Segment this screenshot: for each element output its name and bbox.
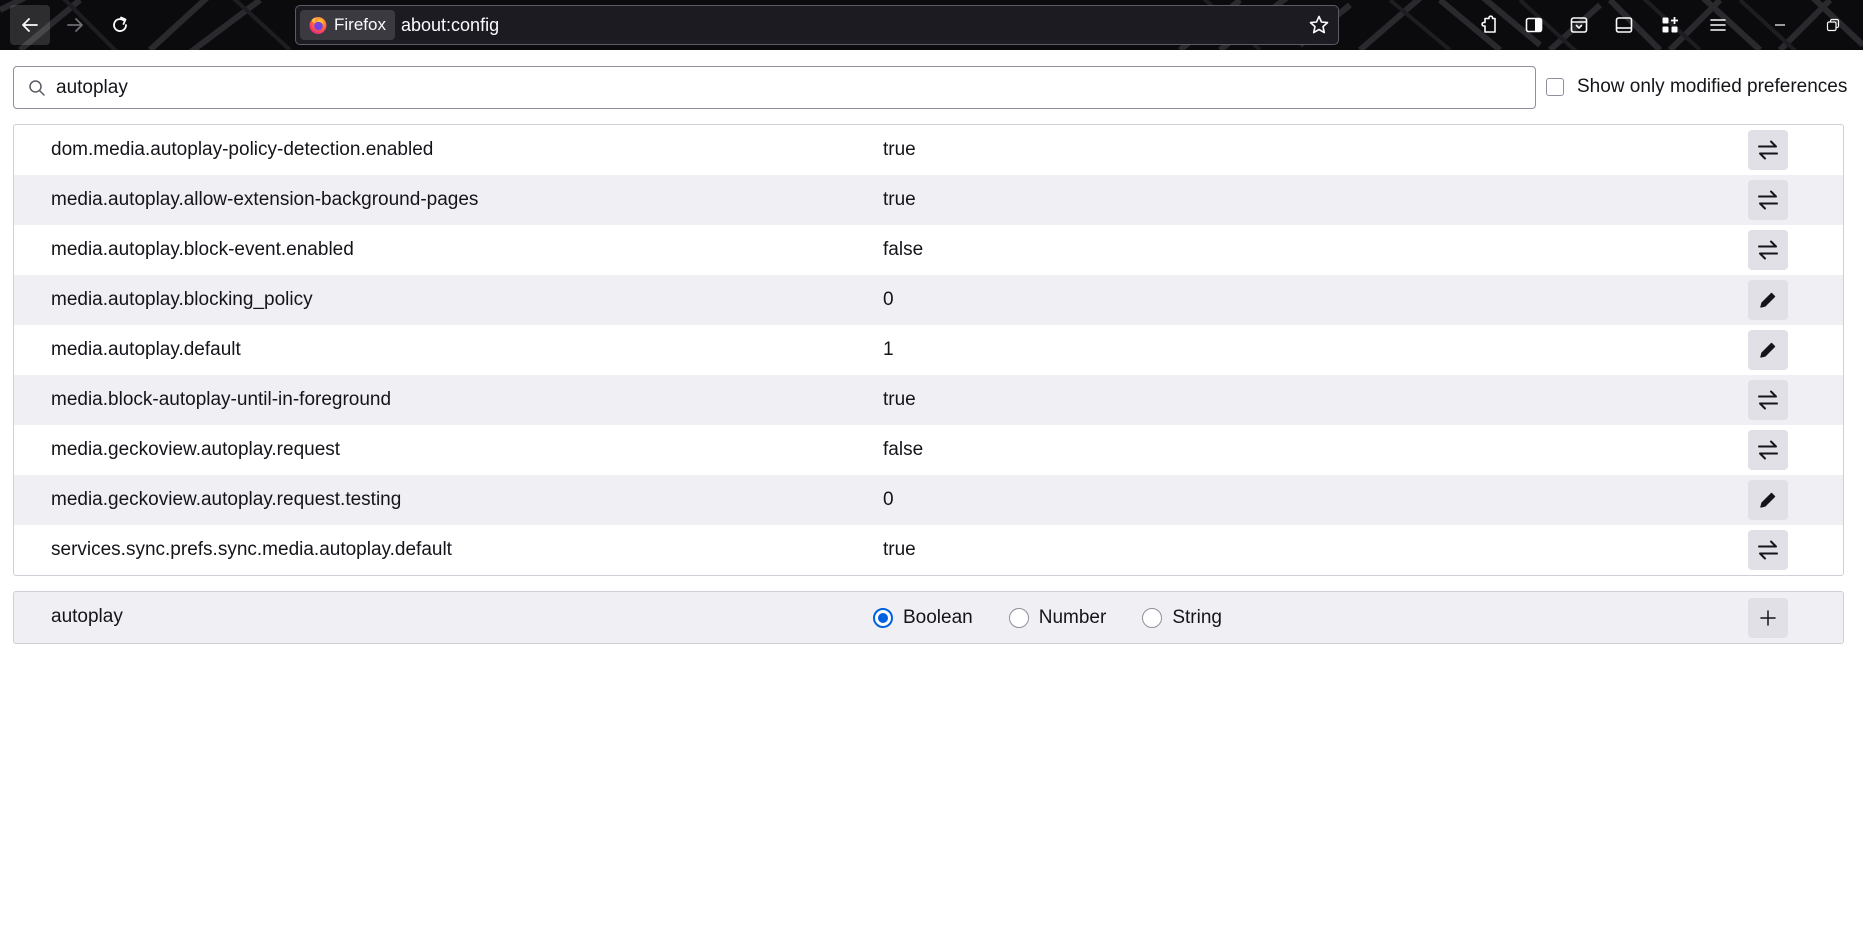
- type-boolean-option[interactable]: Boolean: [873, 607, 973, 629]
- pref-name: media.geckoview.autoplay.request.testing: [51, 489, 402, 510]
- hamburger-menu-icon: [1710, 19, 1726, 31]
- pref-type-radio-group: Boolean Number String: [873, 592, 1258, 643]
- pencil-icon: [1760, 292, 1776, 308]
- edit-button[interactable]: [1748, 480, 1788, 520]
- pref-name: media.block-autoplay-until-in-foreground: [51, 389, 392, 410]
- number-label: Number: [1038, 606, 1107, 628]
- save-to-pocket-icon: [1570, 17, 1588, 33]
- pref-value[interactable]: 0: [883, 275, 894, 325]
- toggle-arrows-icon: [1758, 540, 1778, 560]
- reload-button[interactable]: [100, 5, 140, 45]
- pencil-icon: [1760, 342, 1776, 358]
- add-pref-button[interactable]: [1748, 598, 1788, 638]
- show-modified-checkbox[interactable]: [1546, 78, 1564, 96]
- url-bar[interactable]: Firefox about:config: [295, 5, 1339, 45]
- app-menu-button[interactable]: [1700, 5, 1736, 45]
- edit-button[interactable]: [1748, 280, 1788, 320]
- minimize-icon: [1775, 24, 1785, 26]
- window-minimize-button[interactable]: [1762, 5, 1798, 45]
- add-preference-row: autoplay Boolean Number String: [13, 591, 1844, 644]
- identity-label: Firefox: [334, 15, 386, 34]
- toggle-button[interactable]: [1748, 530, 1788, 570]
- pref-value[interactable]: false: [883, 225, 923, 275]
- restore-icon: [1826, 18, 1840, 32]
- string-radio[interactable]: [1142, 607, 1163, 628]
- search-box[interactable]: [13, 66, 1536, 109]
- pref-value[interactable]: 1: [883, 325, 894, 375]
- pref-row: media.geckoview.autoplay.request false: [14, 425, 1843, 475]
- pref-value[interactable]: true: [883, 125, 916, 175]
- edit-button[interactable]: [1748, 330, 1788, 370]
- number-radio[interactable]: [1008, 607, 1029, 628]
- back-button[interactable]: [10, 5, 50, 45]
- toggle-button[interactable]: [1748, 180, 1788, 220]
- toggle-button[interactable]: [1748, 230, 1788, 270]
- identity-box[interactable]: Firefox: [300, 10, 395, 40]
- pref-value[interactable]: 0: [883, 475, 894, 525]
- sidebar-button[interactable]: [1516, 5, 1552, 45]
- search-icon: [29, 80, 45, 96]
- save-to-pocket-button[interactable]: [1561, 5, 1597, 45]
- apps-icon: [1662, 17, 1678, 33]
- pref-row: media.autoplay.default 1: [14, 325, 1843, 375]
- pref-value[interactable]: false: [883, 425, 923, 475]
- pref-name: media.autoplay.blocking_policy: [51, 289, 313, 310]
- extensions-button[interactable]: [1472, 5, 1508, 45]
- pref-value[interactable]: true: [883, 175, 916, 225]
- show-modified-toggle[interactable]: Show only modified preferences: [1546, 74, 1847, 100]
- toggle-arrows-icon: [1758, 240, 1778, 260]
- url-text[interactable]: about:config: [401, 6, 499, 44]
- toggle-arrows-icon: [1758, 190, 1778, 210]
- firefox-logo-icon: [309, 17, 327, 34]
- forward-button[interactable]: [55, 5, 95, 45]
- apps-button[interactable]: [1652, 5, 1688, 45]
- sidebar-icon: [1525, 17, 1543, 33]
- boolean-radio[interactable]: [873, 607, 893, 628]
- pref-row: media.geckoview.autoplay.request.testing…: [14, 475, 1843, 525]
- tab-tray-button[interactable]: [1606, 5, 1642, 45]
- pref-value[interactable]: true: [883, 375, 916, 425]
- new-pref-name: autoplay: [51, 606, 123, 627]
- toggle-button[interactable]: [1748, 430, 1788, 470]
- pref-row: media.autoplay.blocking_policy 0: [14, 275, 1843, 325]
- toggle-button[interactable]: [1748, 380, 1788, 420]
- preferences-table: dom.media.autoplay-policy-detection.enab…: [13, 124, 1844, 576]
- pref-name: dom.media.autoplay-policy-detection.enab…: [51, 139, 434, 160]
- window-restore-button[interactable]: [1815, 5, 1851, 45]
- type-number-option[interactable]: Number: [1008, 606, 1107, 629]
- search-input[interactable]: [54, 67, 1516, 108]
- back-arrow-icon: [22, 18, 38, 32]
- pref-row: media.autoplay.allow-extension-backgroun…: [14, 175, 1843, 225]
- toggle-button[interactable]: [1748, 130, 1788, 170]
- plus-icon: [1760, 610, 1776, 626]
- pref-row: services.sync.prefs.sync.media.autoplay.…: [14, 525, 1843, 575]
- reload-icon: [113, 16, 127, 32]
- pref-name: services.sync.prefs.sync.media.autoplay.…: [51, 539, 452, 560]
- star-icon[interactable]: [1308, 14, 1330, 36]
- toggle-arrows-icon: [1758, 440, 1778, 460]
- string-label: String: [1172, 606, 1222, 628]
- tab-tray-icon: [1615, 17, 1633, 33]
- type-string-option[interactable]: String: [1142, 607, 1222, 629]
- pref-name: media.autoplay.block-event.enabled: [51, 239, 354, 260]
- pencil-icon: [1760, 492, 1776, 508]
- pref-value[interactable]: true: [883, 525, 916, 575]
- toggle-arrows-icon: [1758, 140, 1778, 160]
- pref-row: dom.media.autoplay-policy-detection.enab…: [14, 125, 1843, 175]
- pref-name: media.autoplay.default: [51, 339, 241, 360]
- pref-name: media.autoplay.allow-extension-backgroun…: [51, 189, 479, 210]
- pref-name: media.geckoview.autoplay.request: [51, 439, 341, 460]
- browser-toolbar: Firefox about:config: [0, 0, 1863, 50]
- toggle-arrows-icon: [1758, 390, 1778, 410]
- show-modified-label: Show only modified preferences: [1577, 76, 1848, 97]
- forward-arrow-icon: [67, 18, 83, 32]
- pref-row: media.autoplay.block-event.enabled false: [14, 225, 1843, 275]
- puzzle-icon: [1481, 15, 1496, 33]
- pref-row: media.block-autoplay-until-in-foreground…: [14, 375, 1843, 425]
- boolean-label: Boolean: [903, 606, 973, 628]
